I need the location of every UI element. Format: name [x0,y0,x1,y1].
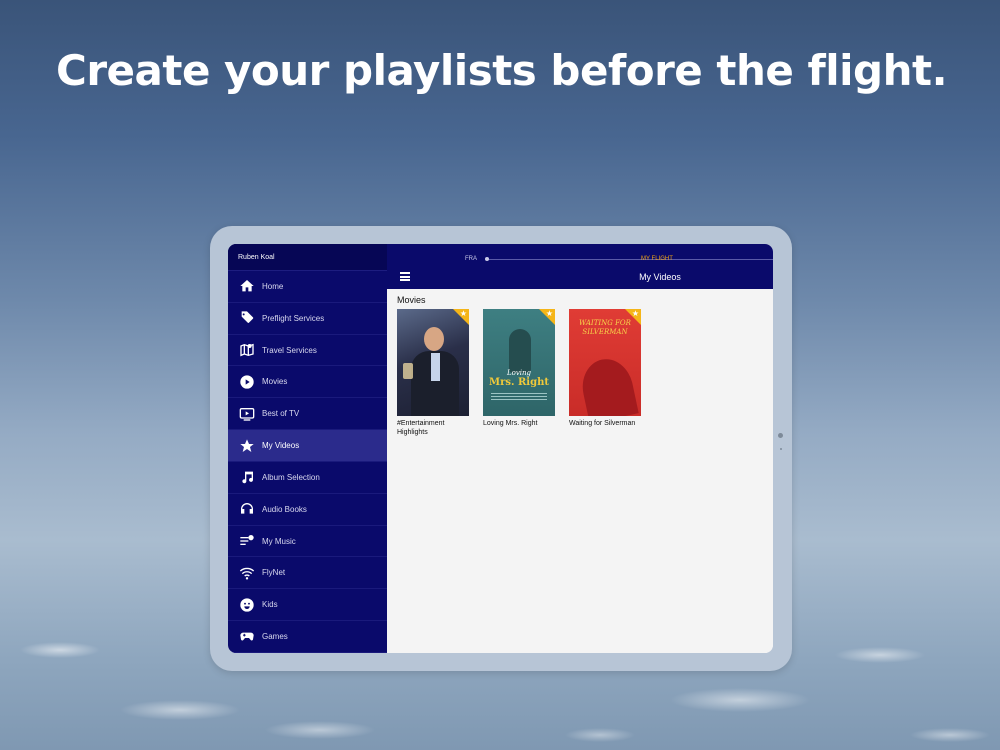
sidebar-item-flynet[interactable]: FlyNet [228,557,387,590]
sidebar: Ruben Koal Home Preflight Services Trave… [228,244,387,653]
sidebar-item-label: Best of TV [262,409,300,419]
video-card[interactable]: Loving Mrs. Right ★ Loving Mrs. Right [483,309,555,437]
top-bar: FRA MY FLIGHT My Videos [387,244,773,289]
route-progress-dot [485,257,489,261]
sidebar-item-label: Games [262,631,288,641]
sidebar-item-games[interactable]: Games [228,621,387,653]
poster-image[interactable]: ★ [397,309,469,416]
gamepad-icon [238,628,255,645]
star-icon [238,437,255,454]
user-name[interactable]: Ruben Koal [228,244,387,271]
video-title: Waiting for Silverman [569,420,636,427]
headline: Create your playlists before the flight. [56,46,948,95]
tv-icon [238,405,255,422]
music-note-icon [238,469,255,486]
sidebar-item-label: My Videos [262,441,300,451]
play-icon [238,373,255,390]
playlist-add-icon [238,533,255,550]
video-list: ★ #Entertainment Highlights Loving Mrs. … [397,309,763,437]
sidebar-item-label: Preflight Services [262,313,325,323]
video-card[interactable]: ★ #Entertainment Highlights [397,309,469,437]
sidebar-item-movies[interactable]: Movies [228,366,387,399]
video-title: #Entertainment Highlights [397,420,445,436]
sidebar-item-album-selection[interactable]: Album Selection [228,462,387,494]
star-icon: ★ [631,309,639,318]
sidebar-item-kids[interactable]: Kids [228,589,387,622]
star-icon: ★ [459,309,467,318]
sidebar-item-label: Album Selection [262,472,320,482]
video-card[interactable]: WAITING FOR SILVERMAN ★ Waiting for Silv… [569,309,641,437]
sidebar-item-my-music[interactable]: My Music [228,526,387,558]
route-line [487,259,773,260]
map-pin-icon [238,342,255,359]
star-icon: ★ [545,309,553,318]
poster-title-line1: Loving [506,369,532,377]
flight-route[interactable]: FRA MY FLIGHT [465,256,773,266]
content-area: Movies ★ #Entertainment Highlights Lovin… [387,289,773,653]
section-title: Movies [397,295,426,305]
headphones-icon [238,501,255,518]
sidebar-item-best-of-tv[interactable]: Best of TV [228,398,387,431]
home-icon [238,278,255,295]
sidebar-item-label: Kids [262,600,278,610]
app-screen: Ruben Koal Home Preflight Services Trave… [228,244,773,653]
main-panel: FRA MY FLIGHT My Videos Movies ★ #Entert… [387,244,773,653]
smiley-icon [238,596,255,613]
page-title: My Videos [639,272,681,282]
sidebar-item-preflight-services[interactable]: Preflight Services [228,303,387,335]
sidebar-item-label: FlyNet [262,568,286,578]
sidebar-item-my-videos[interactable]: My Videos [228,430,387,462]
origin-airport: FRA [465,256,477,262]
sidebar-item-label: Home [262,281,284,291]
sidebar-item-audio-books[interactable]: Audio Books [228,494,387,526]
poster-title-line2: Mrs. Right [489,377,549,388]
sidebar-item-label: Audio Books [262,504,307,514]
sidebar-item-label: My Music [262,536,296,546]
sidebar-item-label: Travel Services [262,345,317,355]
sidebar-item-travel-services[interactable]: Travel Services [228,335,387,367]
poster-image[interactable]: WAITING FOR SILVERMAN ★ [569,309,641,416]
tablet-sensor [780,448,782,450]
video-title: Loving Mrs. Right [483,420,538,427]
sidebar-item-home[interactable]: Home [228,271,387,303]
my-flight-label: MY FLIGHT [641,256,673,262]
tablet-camera [778,433,783,438]
sidebar-item-label: Movies [262,377,288,387]
tag-icon [238,310,255,327]
poster-image[interactable]: Loving Mrs. Right ★ [483,309,555,416]
wifi-icon [238,564,255,581]
